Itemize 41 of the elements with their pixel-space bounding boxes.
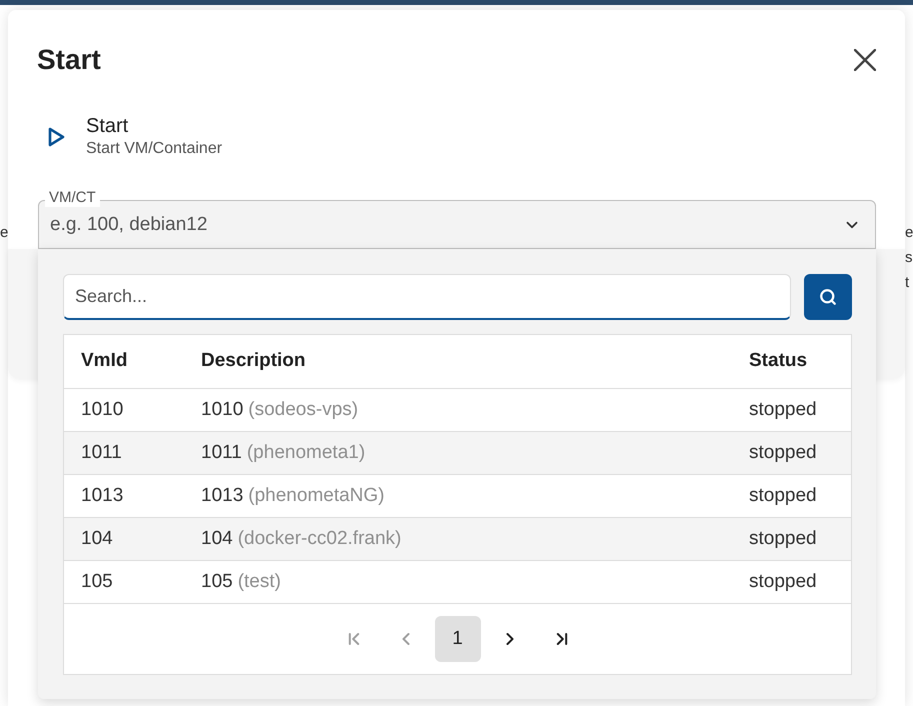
column-header[interactable]: Description [201,347,749,376]
description-note: (sodeos-vps) [248,398,358,422]
description-cell-text: 1011 [201,440,242,465]
search-field[interactable]: Search... [63,274,791,320]
description-note: (phenometa1) [246,440,366,465]
status-cell-text: stopped [749,526,818,551]
play-icon [48,127,65,147]
status-cell-text: stopped [749,570,818,594]
background-text: e [0,223,8,243]
column-header[interactable]: VmId [81,347,201,376]
status-cell-text: stopped [749,440,818,465]
description-cell-text: 104 [201,526,233,551]
select-placeholder: e.g. 100, debian12 [50,213,208,238]
vmid-cell-text: 1011 [81,440,123,465]
description-note: (test) [238,570,281,594]
vmid-cell-text: 105 [81,570,114,594]
page-number-button[interactable]: 1 [434,616,480,662]
table-row[interactable]: 1011 1011 (phenometa1) stopped [64,432,851,475]
description-cell-text: 1010 [201,398,244,422]
field-label: VM/CT [45,189,100,207]
close-button[interactable] [852,47,878,73]
background-text: t [905,273,910,293]
action-title: Start [86,114,130,138]
action-subtitle: Start VM/Container [86,139,222,159]
background-text: e [905,223,913,243]
vmid-cell-text: 1010 [81,398,124,422]
description-note: (docker-cc02.frank) [238,526,402,551]
background-text: s [905,248,913,268]
vmid-cell-text: 104 [81,526,114,551]
status-cell-text: stopped [749,398,818,422]
dialog-title: Start [37,43,101,77]
description-note: (phenometaNG) [248,484,385,508]
table-row[interactable]: 104 104 (docker-cc02.frank) stopped [64,518,851,561]
search-button[interactable] [804,274,852,320]
vmid-cell-text: 1013 [81,484,124,508]
description-cell-text: 1013 [201,484,244,508]
status-cell-text: stopped [749,484,818,508]
close-icon [854,49,876,71]
description-cell-text: 105 [201,570,233,594]
column-header[interactable]: Status [749,347,851,376]
search-icon [819,288,837,306]
